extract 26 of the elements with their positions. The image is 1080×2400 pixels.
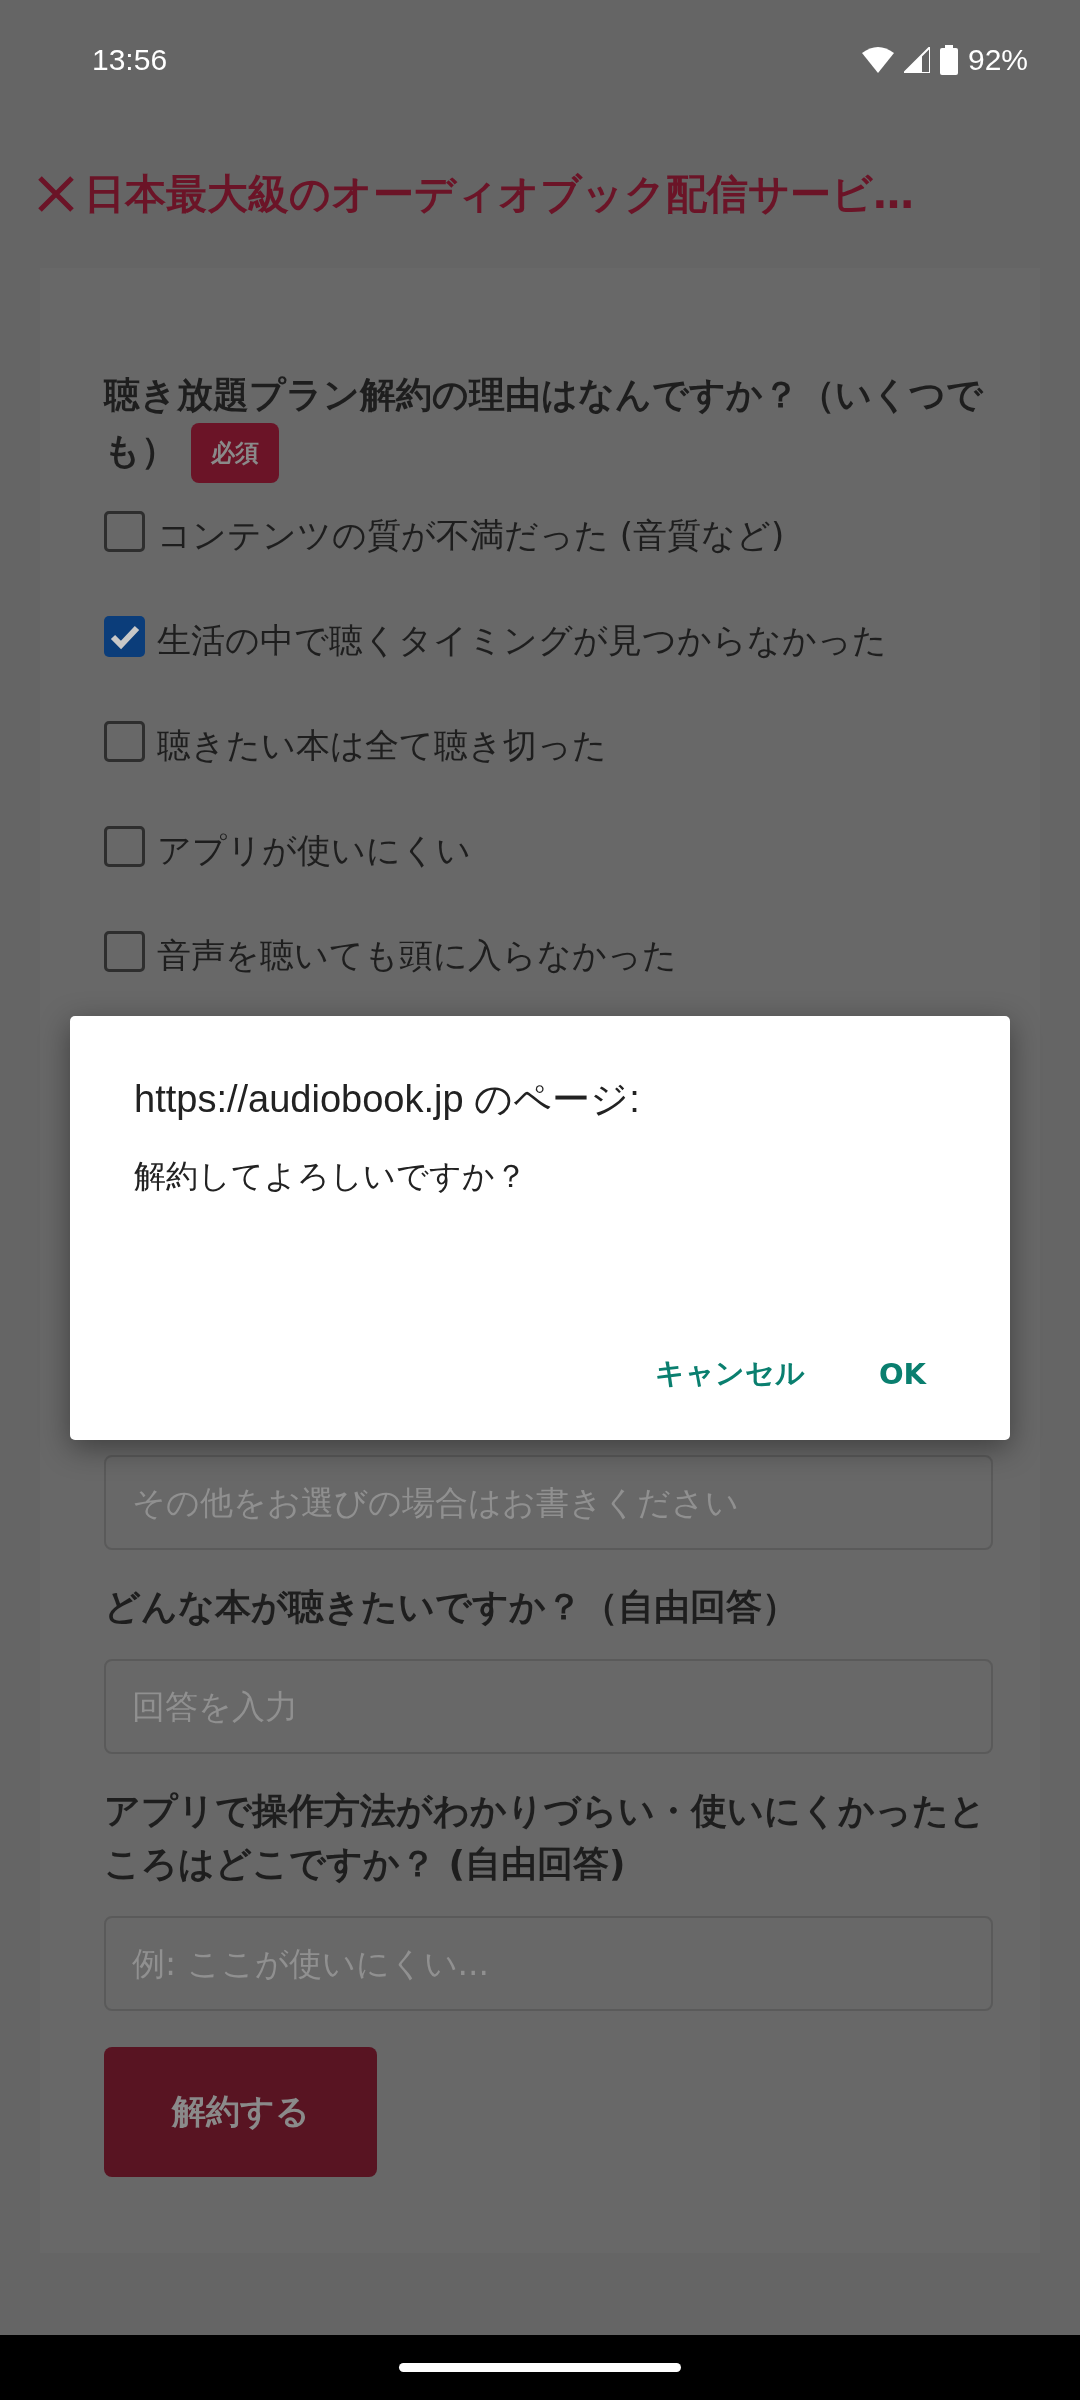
option-label: 音声を聴いても頭に入らなかった xyxy=(157,933,677,977)
close-icon[interactable] xyxy=(36,174,76,214)
dialog-message: 解約してよろしいですか？ xyxy=(134,1156,528,1197)
option-label: 聴きたい本は全て聴き切った xyxy=(157,723,607,767)
option-label: アプリが使いにくい xyxy=(157,828,471,872)
question-label: アプリで操作方法がわかりづらい・使いにくかったところはどこですか？ (自由回答) xyxy=(104,1789,987,1886)
checkbox[interactable] xyxy=(104,721,145,762)
signal-icon xyxy=(903,47,930,73)
checkbox[interactable] xyxy=(104,511,145,552)
question-label: どんな本が聴きたいですか？（自由回答） xyxy=(104,1585,799,1629)
page-title: 日本最大級のオーディオブック配信サービ… xyxy=(84,168,914,220)
checkbox[interactable] xyxy=(104,931,145,972)
cancel-subscription-button[interactable]: 解約する xyxy=(104,2047,377,2177)
option-label: 生活の中で聴くタイミングが見つからなかった xyxy=(157,618,887,662)
dialog-button[interactable]: キャンセル xyxy=(634,1338,825,1410)
required-tag: 必須 xyxy=(191,423,279,483)
dialog-button[interactable]: OK xyxy=(858,1338,946,1410)
status-time: 13:56 xyxy=(92,43,168,77)
checkbox[interactable] xyxy=(104,616,145,657)
wifi-icon xyxy=(861,47,894,73)
question-text: 聴き放題プラン解約の理由はなんですか？（いくつでも） 必須 xyxy=(104,367,995,483)
battery-percent: 92% xyxy=(967,43,1028,77)
battery-icon xyxy=(939,45,958,75)
checkbox[interactable] xyxy=(104,826,145,867)
dialog-title: https://audiobook.jp のページ: xyxy=(134,1077,641,1122)
option-label: コンテンツの質が不満だった (音質など) xyxy=(157,513,785,557)
